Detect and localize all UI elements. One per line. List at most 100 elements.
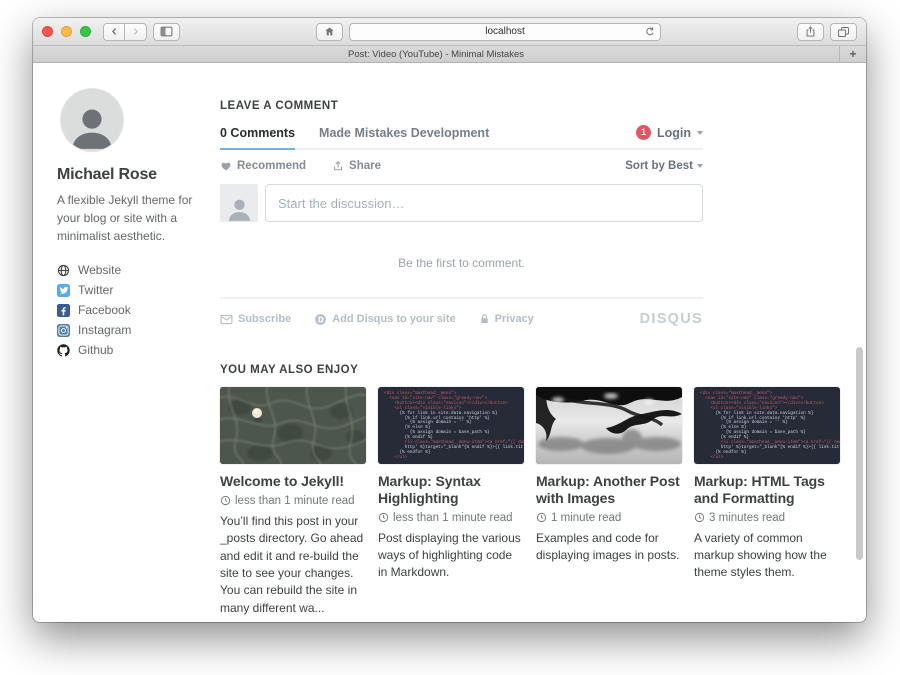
home-icon [324, 26, 335, 37]
share-button[interactable] [797, 23, 824, 41]
lock-icon [479, 313, 490, 325]
login-menu[interactable]: 1 Login [636, 125, 703, 148]
share-arrow-icon [332, 160, 344, 172]
empty-state-message: Be the first to comment. [220, 256, 703, 270]
share-label: Share [349, 160, 381, 172]
sidebar-link-twitter[interactable]: Twitter [57, 280, 209, 300]
author-sidebar: Michael Rose A flexible Jekyll theme for… [57, 89, 209, 360]
read-time: less than 1 minute read [235, 495, 355, 507]
related-post-excerpt: Post displaying the various ways of high… [378, 530, 524, 582]
sidebar-link-label: Website [78, 263, 121, 277]
fullscreen-window-button[interactable] [80, 26, 91, 37]
comments-section: LEAVE A COMMENT 0 Comments Made Mistakes… [220, 100, 703, 327]
back-button[interactable] [103, 23, 125, 41]
twitter-icon [57, 284, 70, 297]
community-tab[interactable]: Made Mistakes Development [319, 126, 489, 148]
moss-photo-thumbnail[interactable] [220, 387, 366, 464]
clock-icon [220, 495, 231, 506]
guest-avatar [220, 184, 258, 222]
subscribe-link[interactable]: Subscribe [220, 313, 291, 325]
sidebar-link-github[interactable]: Github [57, 340, 209, 360]
sidebar-icon [160, 26, 173, 37]
related-post-title[interactable]: Welcome to Jekyll! [220, 473, 366, 490]
related-post-meta: less than 1 minute read [220, 495, 366, 507]
comment-input[interactable] [265, 184, 703, 222]
forward-button[interactable] [125, 23, 147, 41]
reload-icon[interactable] [644, 26, 656, 38]
author-bio: A flexible Jekyll theme for your blog or… [57, 191, 202, 245]
sort-by-best-dropdown[interactable]: Sort by Best [625, 160, 703, 172]
share-comments-button[interactable]: Share [332, 160, 381, 172]
history-nav-group [103, 23, 147, 41]
read-time: 1 minute read [551, 512, 621, 524]
disqus-logo[interactable]: DISQUS [640, 311, 703, 327]
scrollbar[interactable] [856, 347, 863, 560]
sidebar-link-website[interactable]: Website [57, 260, 209, 280]
sort-label: Sort by Best [625, 160, 693, 172]
related-post-meta: less than 1 minute read [378, 512, 524, 524]
recommend-label: Recommend [237, 160, 306, 172]
sidebar-link-instagram[interactable]: Instagram [57, 320, 209, 340]
chevron-down-icon [697, 164, 703, 168]
related-post-excerpt: A variety of common markup showing how t… [694, 530, 840, 582]
page-content: Michael Rose A flexible Jekyll theme for… [33, 63, 866, 622]
read-time: 3 minutes read [709, 512, 785, 524]
safari-window: localhost Post: Video (YouTube) - Minima… [33, 18, 866, 622]
active-tab[interactable]: Post: Video (YouTube) - Minimal Mistakes [33, 46, 839, 62]
comment-count-tab[interactable]: 0 Comments [220, 126, 295, 150]
sidebar-link-label: Twitter [78, 283, 113, 297]
tab-title: Post: Video (YouTube) - Minimal Mistakes [348, 49, 524, 60]
related-post-card: <div class="masthead__menu"> <nav id="si… [694, 387, 840, 617]
heart-icon [220, 160, 232, 172]
related-post-title[interactable]: Markup: Syntax Highlighting [378, 473, 524, 507]
chevron-left-icon [110, 26, 119, 37]
privacy-label: Privacy [495, 313, 534, 325]
person-silhouette-icon [226, 195, 253, 222]
tabs-overview-icon [837, 26, 850, 38]
author-avatar [61, 89, 123, 151]
add-disqus-link[interactable]: Add Disqus to your site [314, 313, 455, 326]
minimize-window-button[interactable] [61, 26, 72, 37]
comment-compose-box [220, 184, 703, 222]
sidebar-link-label: Instagram [78, 323, 131, 337]
related-post-card: <div class="masthead__menu"> <nav id="si… [378, 387, 524, 617]
author-links: Website Twitter Facebook Instagram Githu… [57, 260, 209, 360]
sidebar-toggle-button[interactable] [153, 23, 180, 41]
related-post-title[interactable]: Markup: Another Post with Images [536, 473, 682, 507]
related-post-card: Welcome to Jekyll! less than 1 minute re… [220, 387, 366, 617]
code-screenshot-thumbnail[interactable]: <div class="masthead__menu"> <nav id="si… [694, 387, 840, 464]
notification-badge: 1 [636, 125, 651, 140]
login-label: Login [657, 126, 691, 140]
new-tab-button[interactable]: + [839, 46, 866, 62]
chevron-down-icon [697, 131, 703, 135]
related-post-excerpt: Examples and code for displaying images … [536, 530, 682, 565]
author-name: Michael Rose [57, 166, 209, 184]
disqus-action-row: Recommend Share Sort by Best [220, 160, 703, 172]
privacy-link[interactable]: Privacy [479, 313, 534, 325]
foggy-trees-photo-thumbnail[interactable] [536, 387, 682, 464]
sidebar-link-label: Github [78, 343, 113, 357]
chevron-right-icon [131, 26, 140, 37]
add-disqus-label: Add Disqus to your site [332, 313, 455, 325]
related-post-meta: 1 minute read [536, 512, 682, 524]
address-bar[interactable]: localhost [349, 23, 661, 41]
related-heading: YOU MAY ALSO ENJOY [220, 364, 840, 376]
divider [220, 297, 703, 299]
related-post-title[interactable]: Markup: HTML Tags and Formatting [694, 473, 840, 507]
recommend-button[interactable]: Recommend [220, 160, 306, 172]
code-screenshot-thumbnail[interactable]: <div class="masthead__menu"> <nav id="si… [378, 387, 524, 464]
read-time: less than 1 minute read [393, 512, 513, 524]
window-controls [42, 26, 91, 37]
clock-icon [536, 512, 547, 523]
show-all-tabs-button[interactable] [830, 23, 857, 41]
browser-toolbar: localhost [33, 18, 866, 46]
close-window-button[interactable] [42, 26, 53, 37]
github-icon [57, 344, 70, 357]
clock-icon [694, 512, 705, 523]
share-icon [805, 25, 816, 38]
clock-icon [378, 512, 389, 523]
subscribe-label: Subscribe [238, 313, 291, 325]
sidebar-link-facebook[interactable]: Facebook [57, 300, 209, 320]
home-button[interactable] [316, 23, 343, 41]
disqus-footer: Subscribe Add Disqus to your site Privac… [220, 311, 703, 327]
